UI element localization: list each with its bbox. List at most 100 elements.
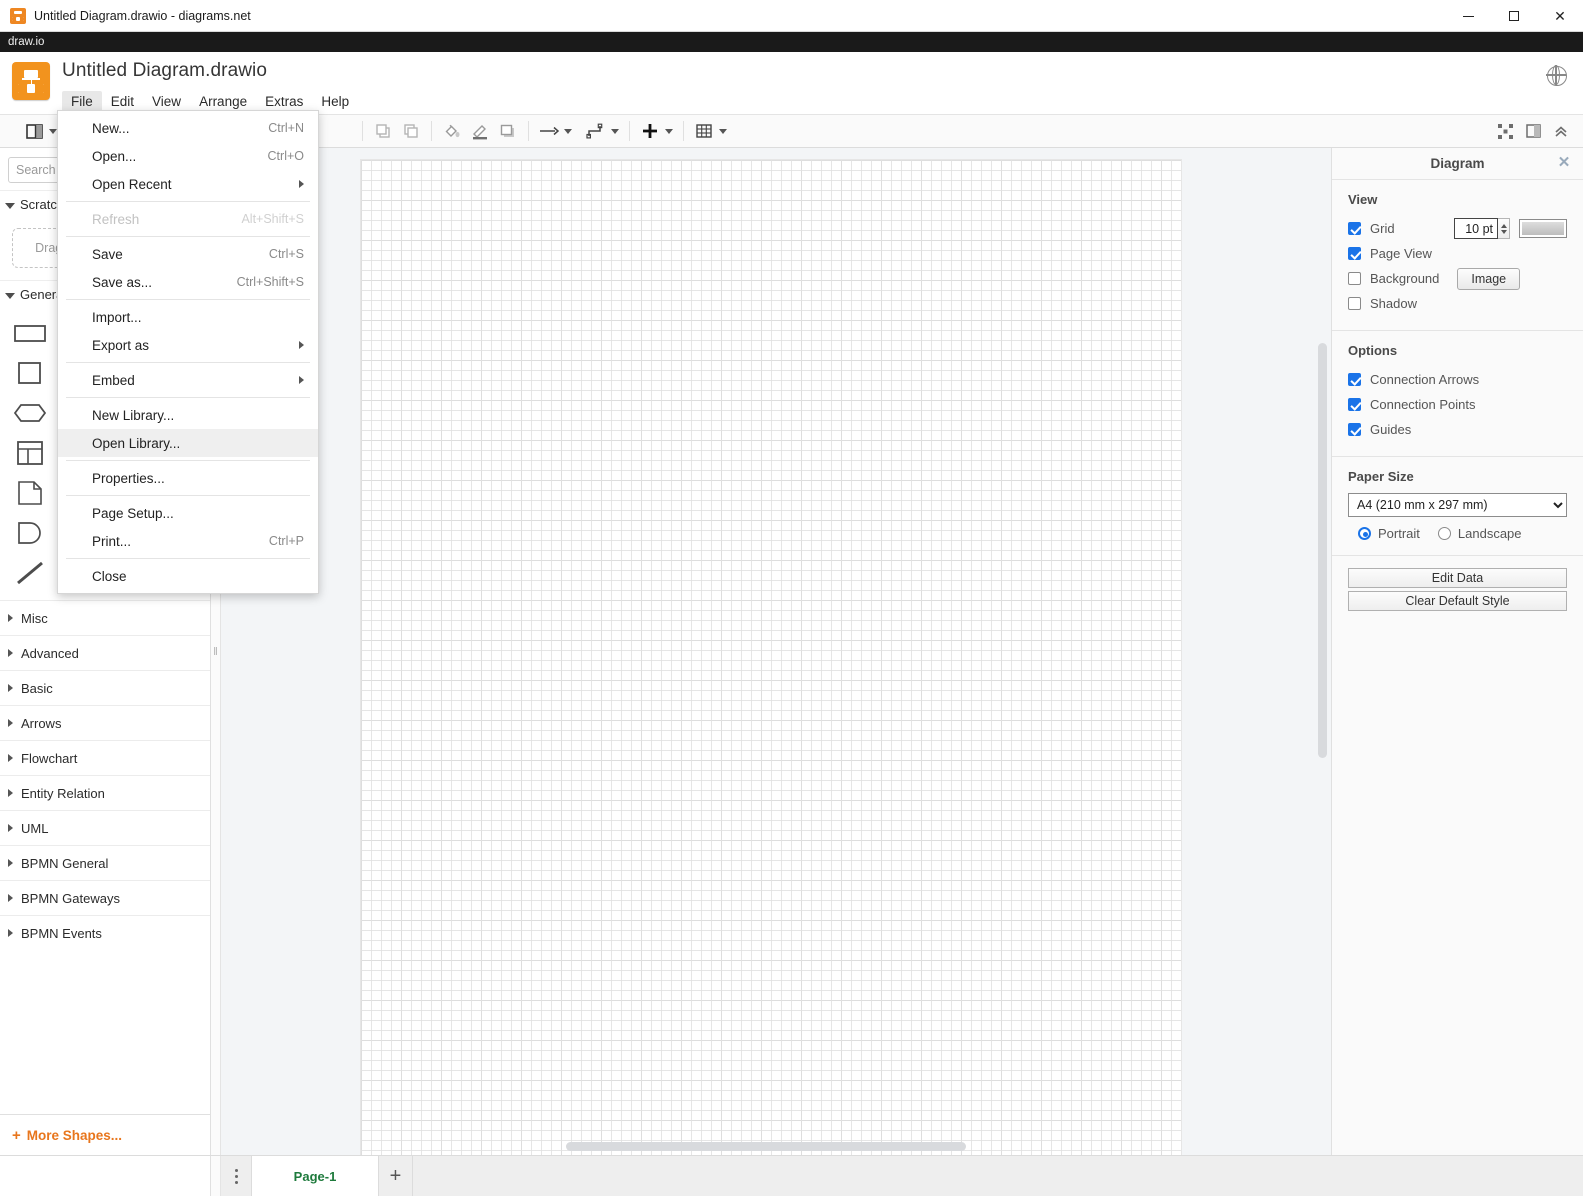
sidebar-item-bpmn-events[interactable]: BPMN Events xyxy=(0,915,210,950)
to-front-icon[interactable] xyxy=(369,118,397,144)
sidebar-item-flowchart[interactable]: Flowchart xyxy=(0,740,210,775)
menu-divider xyxy=(66,460,310,461)
to-back-icon[interactable] xyxy=(397,118,425,144)
menu-item-new-library[interactable]: New Library... xyxy=(58,401,318,429)
connection-points-checkbox[interactable] xyxy=(1348,398,1361,411)
insert-icon[interactable] xyxy=(636,118,664,144)
format-panel-icon[interactable] xyxy=(1519,118,1547,144)
grid-checkbox[interactable] xyxy=(1348,222,1361,235)
menu-item-open-recent[interactable]: Open Recent xyxy=(58,170,318,198)
shape-line[interactable] xyxy=(8,556,52,590)
canvas-horizontal-scrollbar[interactable] xyxy=(566,1142,966,1151)
menu-item-save-as[interactable]: Save as... Ctrl+Shift+S xyxy=(58,268,318,296)
more-shapes-button[interactable]: + More Shapes... xyxy=(0,1114,210,1155)
menu-item-save[interactable]: Save Ctrl+S xyxy=(58,240,318,268)
menu-arrange[interactable]: Arrange xyxy=(190,91,256,112)
sidebar-item-basic[interactable]: Basic xyxy=(0,670,210,705)
menu-item-import[interactable]: Import... xyxy=(58,303,318,331)
maximize-button[interactable] xyxy=(1491,0,1537,32)
sidebar-item-bpmn-gateways[interactable]: BPMN Gateways xyxy=(0,880,210,915)
page-tab-page-1[interactable]: Page-1 xyxy=(251,1156,379,1196)
shape-rectangle[interactable] xyxy=(8,316,52,350)
app-menu-bar: draw.io xyxy=(0,32,1583,52)
paper-size-select[interactable]: A4 (210 mm x 297 mm) A5 (148 mm x 210 mm… xyxy=(1348,493,1567,517)
diagram-page[interactable] xyxy=(361,160,1181,1155)
background-checkbox[interactable] xyxy=(1348,272,1361,285)
canvas-vertical-scrollbar[interactable] xyxy=(1318,343,1327,758)
connection-arrow-icon[interactable] xyxy=(535,118,563,144)
line-color-icon[interactable] xyxy=(466,118,494,144)
shape-square[interactable] xyxy=(8,356,52,390)
chevron-right-icon xyxy=(8,684,13,692)
collapse-icon[interactable] xyxy=(1547,118,1575,144)
minimize-button[interactable] xyxy=(1445,0,1491,32)
shape-hexagon[interactable] xyxy=(8,396,52,430)
shadow-checkbox[interactable] xyxy=(1348,297,1361,310)
waypoints-icon[interactable] xyxy=(582,118,610,144)
menu-item-properties[interactable]: Properties... xyxy=(58,464,318,492)
menu-divider xyxy=(66,397,310,398)
landscape-radio[interactable] xyxy=(1437,527,1451,540)
table-dropdown-caret[interactable] xyxy=(719,128,727,134)
globe-icon[interactable] xyxy=(1546,65,1567,86)
menu-edit[interactable]: Edit xyxy=(102,91,143,112)
menu-file[interactable]: File xyxy=(62,91,102,112)
background-image-button[interactable]: Image xyxy=(1457,267,1521,290)
fullscreen-icon[interactable] xyxy=(1491,118,1519,144)
category-label: BPMN Gateways xyxy=(21,890,120,906)
format-panel-header: Diagram ✕ xyxy=(1332,148,1583,180)
menu-bar: File Edit View Arrange Extras Help xyxy=(62,91,358,112)
paper-size-section: Paper Size A4 (210 mm x 297 mm) A5 (148 … xyxy=(1332,457,1583,556)
add-page-button[interactable]: + xyxy=(379,1156,413,1196)
sidebar-item-arrows[interactable]: Arrows xyxy=(0,705,210,740)
menu-item-embed[interactable]: Embed xyxy=(58,366,318,394)
table-icon[interactable] xyxy=(690,118,718,144)
shape-document[interactable] xyxy=(8,476,52,510)
connection-arrows-checkbox[interactable] xyxy=(1348,373,1361,386)
guides-row: Guides xyxy=(1348,417,1567,442)
file-menu-dropdown: New... Ctrl+N Open... Ctrl+O Open Recent R… xyxy=(57,110,319,594)
menu-item-export-as[interactable]: Export as xyxy=(58,331,318,359)
menu-item-page-setup[interactable]: Page Setup... xyxy=(58,499,318,527)
sidebar-item-uml[interactable]: UML xyxy=(0,810,210,845)
menu-item-open[interactable]: Open... Ctrl+O xyxy=(58,142,318,170)
menu-divider xyxy=(66,201,310,202)
waypoints-dropdown-caret[interactable] xyxy=(611,128,619,134)
clear-default-style-button[interactable]: Clear Default Style xyxy=(1348,591,1567,611)
portrait-radio[interactable] xyxy=(1358,527,1371,540)
close-button[interactable]: ✕ xyxy=(1537,0,1583,32)
insert-dropdown-caret[interactable] xyxy=(665,128,673,134)
connection-dropdown-caret[interactable] xyxy=(564,128,572,134)
layout-panels-icon[interactable] xyxy=(20,118,48,144)
layout-dropdown-caret[interactable] xyxy=(49,128,57,134)
grid-label: Grid xyxy=(1370,221,1395,236)
menu-item-label: Embed xyxy=(92,372,135,388)
grid-size-stepper[interactable] xyxy=(1498,218,1510,239)
shape-delay[interactable] xyxy=(8,516,52,550)
menu-item-print[interactable]: Print... Ctrl+P xyxy=(58,527,318,555)
grid-size-input[interactable] xyxy=(1454,218,1498,239)
menu-extras[interactable]: Extras xyxy=(256,91,312,112)
menu-item-new[interactable]: New... Ctrl+N xyxy=(58,114,318,142)
page-view-checkbox[interactable] xyxy=(1348,247,1361,260)
menu-item-open-library[interactable]: Open Library... xyxy=(58,429,318,457)
menu-item-label: Import... xyxy=(92,309,142,325)
grid-color-swatch[interactable] xyxy=(1519,219,1567,238)
sidebar-item-entity-relation[interactable]: Entity Relation xyxy=(0,775,210,810)
guides-checkbox[interactable] xyxy=(1348,423,1361,436)
sidebar-item-advanced[interactable]: Advanced xyxy=(0,635,210,670)
window-title-bar: Untitled Diagram.drawio - diagrams.net ✕ xyxy=(0,0,1583,32)
menu-view[interactable]: View xyxy=(143,91,190,112)
close-icon[interactable]: ✕ xyxy=(1557,155,1571,170)
edit-data-button[interactable]: Edit Data xyxy=(1348,568,1567,588)
sidebar-item-bpmn-general[interactable]: BPMN General xyxy=(0,845,210,880)
menu-help[interactable]: Help xyxy=(312,91,358,112)
fill-color-icon[interactable] xyxy=(438,118,466,144)
menu-item-shortcut: Ctrl+N xyxy=(268,121,304,135)
diagram-canvas[interactable] xyxy=(221,148,1331,1155)
page-menu-icon[interactable] xyxy=(221,1156,251,1196)
sidebar-item-misc[interactable]: Misc xyxy=(0,600,210,635)
menu-item-close[interactable]: Close xyxy=(58,562,318,590)
shadow-icon[interactable] xyxy=(494,118,522,144)
shape-table[interactable] xyxy=(8,436,52,470)
